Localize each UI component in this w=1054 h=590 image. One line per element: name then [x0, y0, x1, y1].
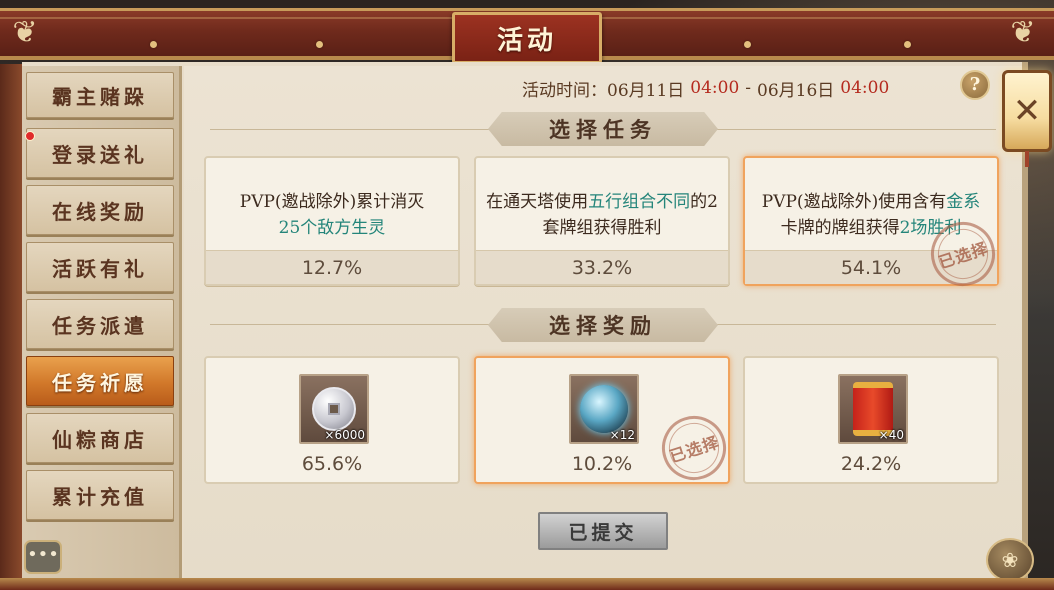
submit-button-label: 已提交 [568, 521, 638, 544]
sidebar-item-task-wish[interactable]: 任务祈愿 [26, 356, 174, 406]
page-title: 活动 [452, 12, 602, 64]
reward-item-slot: ×6000 [299, 374, 369, 444]
task-card-1[interactable]: PVP(邀战除外)累计消灭 25个敌方生灵 12.7% [204, 156, 460, 286]
sidebar-item-online-reward[interactable]: 在线奖励 [26, 185, 174, 235]
reward-card-3[interactable]: ×40 24.2% [743, 356, 999, 484]
selected-stamp-text: 已选择 [936, 238, 991, 273]
selected-stamp-text: 已选择 [667, 432, 722, 467]
right-cloud-ornament-icon: ❦ [1010, 15, 1036, 50]
sidebar-item-zongzi-shop[interactable]: 仙粽商店 [26, 413, 174, 463]
sidebar-item-login-gift[interactable]: 登录送礼 [25, 128, 174, 178]
start-date: 06月11日 [607, 80, 685, 101]
sidebar-item-active-gift[interactable]: 活跃有礼 [26, 242, 174, 292]
task-card-2[interactable]: 在通天塔使用五行组合不同的2套牌组获得胜利 33.2% [474, 156, 730, 286]
task-description: 在通天塔使用五行组合不同的2套牌组获得胜利 [486, 176, 718, 254]
sidebar-item-cumulative-recharge[interactable]: 累计充值 [26, 470, 174, 520]
rewards-section-title: 选择奖励 [549, 313, 657, 338]
sidebar-item-label: 任务派遣 [52, 313, 148, 338]
divider [716, 324, 996, 325]
notification-badge [25, 131, 35, 141]
tasks-section-ribbon: 选择任务 [488, 112, 718, 146]
end-time: 04:00 [840, 78, 890, 98]
bottom-wooden-beam [0, 578, 1054, 590]
reward-card-1[interactable]: ×6000 65.6% [204, 356, 460, 484]
activity-time: 活动时间： 06月11日 04:00 - 06月16日 04:00 [522, 76, 890, 101]
close-icon[interactable]: ✕ [1002, 70, 1052, 167]
task-text: PVP(邀战除外)使用含有 [761, 192, 947, 212]
silver-coin-icon [312, 387, 356, 431]
sidebar-item-bazhu[interactable]: 霸主赌跺 [26, 72, 174, 118]
reward-item-slot: ×40 [838, 374, 908, 444]
start-time: 04:00 [690, 78, 740, 98]
spirit-orb-icon [580, 385, 628, 433]
left-wood-strip [0, 64, 22, 584]
sidebar-item-task-dispatch[interactable]: 任务派遣 [26, 299, 174, 349]
reward-count: ×12 [609, 428, 635, 442]
tasks-section-title: 选择任务 [549, 117, 657, 142]
sidebar-item-label: 登录送礼 [52, 142, 148, 167]
reward-card-2[interactable]: ×12 10.2% 已选择 [474, 356, 735, 489]
divider [716, 129, 996, 130]
sidebar-item-label: 活跃有礼 [52, 256, 148, 281]
rewards-section-ribbon: 选择奖励 [488, 308, 718, 342]
sidebar-item-label: 霸主赌跺 [52, 84, 148, 109]
sidebar-item-label: 任务祈愿 [52, 370, 148, 395]
task-percent: 33.2% [476, 250, 728, 284]
task-text: PVP(邀战除外)累计消灭 [239, 192, 425, 212]
reward-item-slot: ×12 [569, 374, 639, 444]
page-title-text: 活动 [496, 25, 557, 56]
task-text-highlight: 金系 [946, 192, 981, 212]
reward-percent: 24.2% [840, 453, 902, 475]
reward-percent: 65.6% [301, 453, 363, 475]
task-text: 在通天塔使用 [486, 192, 589, 212]
task-card-3[interactable]: PVP(邀战除外)使用含有金系卡牌的牌组获得2场胜利 54.1% 已选择 [743, 156, 1004, 295]
left-cloud-ornament-icon: ❦ [12, 15, 38, 50]
zongzi-menu-icon[interactable]: ❀ [986, 538, 1034, 582]
divider [210, 324, 490, 325]
chat-icon[interactable]: ••• [24, 540, 62, 574]
activity-time-label: 活动时间： [522, 80, 607, 101]
task-percent: 12.7% [206, 250, 458, 284]
end-date: 06月16日 [757, 80, 835, 101]
task-text-highlight: 五行组合不同 [588, 192, 691, 212]
sidebar-item-label: 仙粽商店 [52, 427, 148, 452]
reward-count: ×6000 [324, 428, 365, 442]
task-description: PVP(邀战除外)累计消灭 25个敌方生灵 [216, 176, 448, 254]
sidebar-item-label: 累计充值 [52, 484, 148, 509]
reward-count: ×40 [878, 428, 904, 442]
help-icon[interactable]: ? [960, 70, 990, 100]
divider [210, 129, 490, 130]
task-text-highlight: 25个敌方生灵 [278, 218, 386, 238]
sidebar-item-label: 在线奖励 [52, 199, 148, 224]
task-text: 卡牌的牌组获得 [780, 218, 900, 238]
submitted-button[interactable]: 已提交 [538, 512, 668, 550]
time-separator: - [745, 78, 752, 98]
